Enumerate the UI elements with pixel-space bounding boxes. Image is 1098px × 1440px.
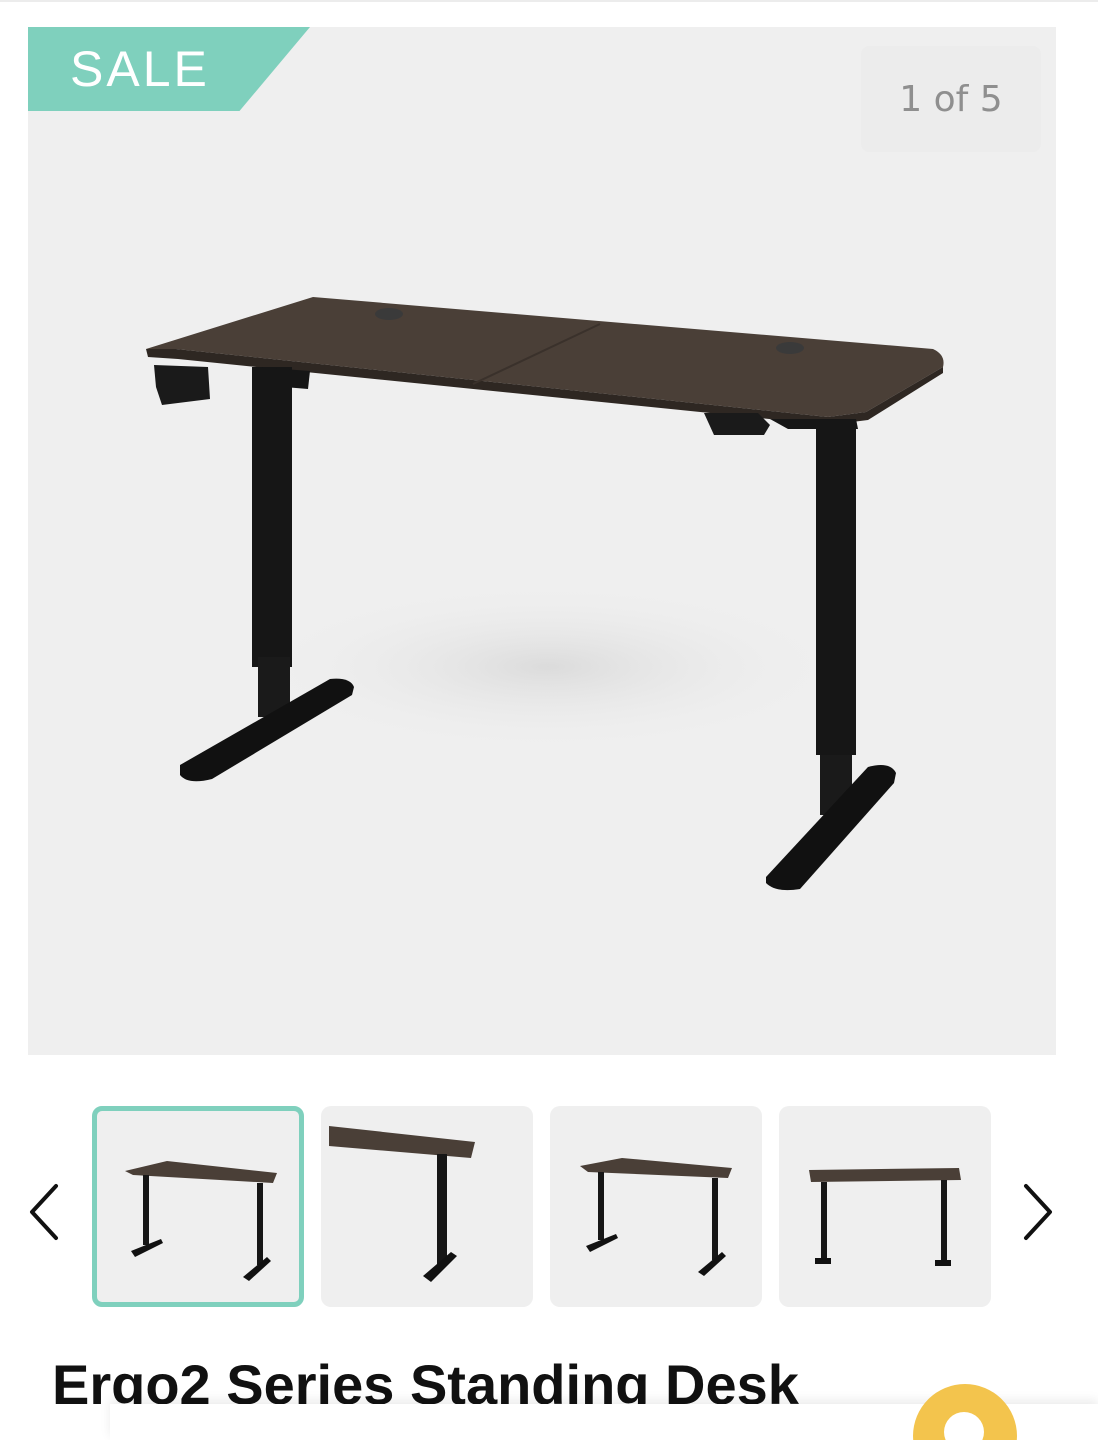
sale-badge-label: SALE (70, 41, 210, 97)
thumbnail-3-image (580, 1158, 732, 1276)
thumbnail-2[interactable] (321, 1106, 533, 1307)
thumbnail-4-image (809, 1168, 961, 1266)
chat-button[interactable] (913, 1384, 1017, 1440)
chat-icon (944, 1412, 984, 1440)
thumbnail-3[interactable] (550, 1106, 762, 1307)
top-divider (0, 0, 1098, 2)
thumbnail-2-image (329, 1126, 475, 1282)
thumbnail-1-image (125, 1161, 277, 1281)
thumbnail-1[interactable] (92, 1106, 304, 1307)
thumbnail-4[interactable] (779, 1106, 991, 1307)
next-thumbnail-button[interactable] (1018, 1176, 1058, 1248)
previous-thumbnail-button[interactable] (24, 1176, 64, 1248)
image-counter-text: 1 of 5 (899, 78, 1003, 120)
chevron-right-icon (1024, 1184, 1052, 1240)
standing-desk-image (146, 297, 944, 891)
chevron-left-icon (30, 1184, 58, 1240)
image-counter: 1 of 5 (861, 46, 1041, 152)
main-product-image[interactable] (28, 27, 1056, 1055)
